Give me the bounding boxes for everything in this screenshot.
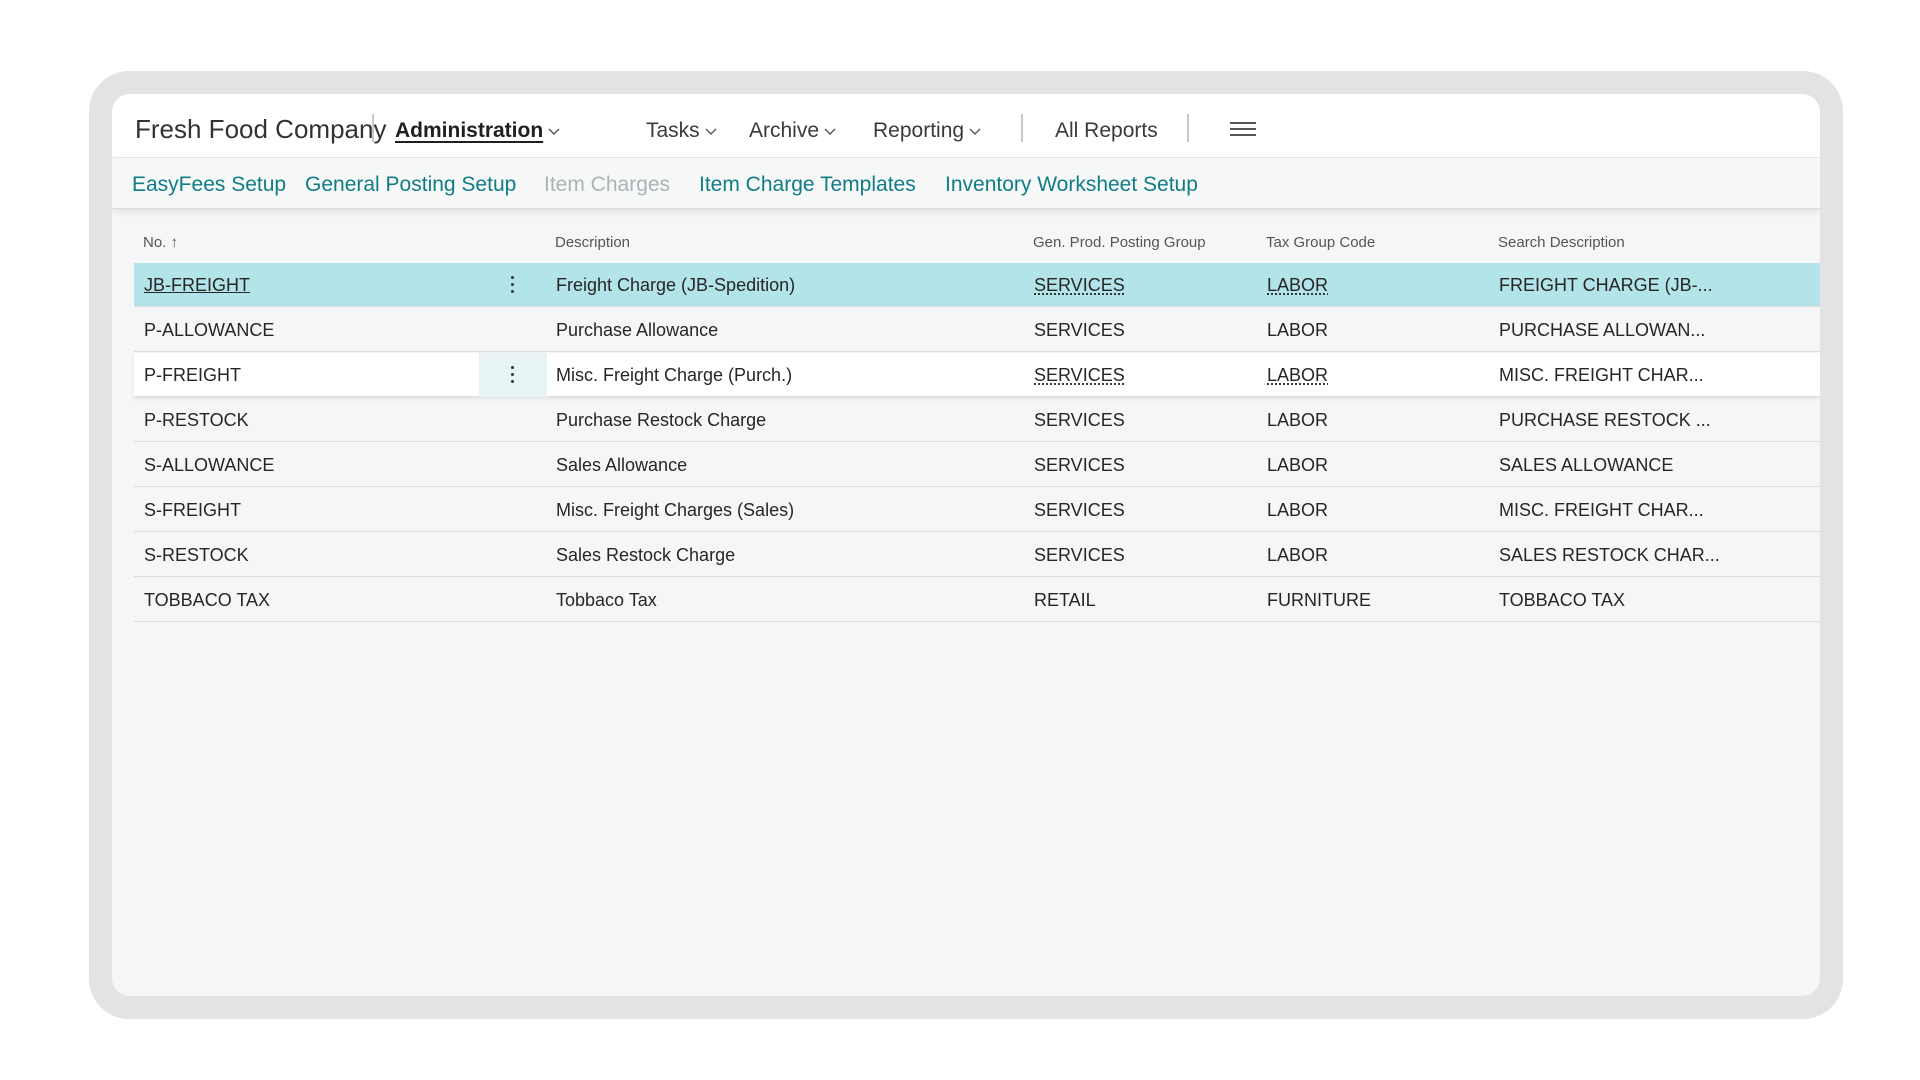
cell-no[interactable]: P-RESTOCK — [144, 410, 249, 431]
table-row[interactable]: P-FREIGHT Misc. Freight Charge (Purch.) … — [134, 353, 1820, 397]
app-window: Fresh Food Company Administration Tasks … — [112, 94, 1820, 996]
cell-no[interactable]: P-FREIGHT — [144, 365, 241, 386]
cell-no[interactable]: S-FREIGHT — [144, 500, 241, 521]
nav-reporting[interactable]: Reporting — [873, 119, 982, 143]
nav-all-reports-label: All Reports — [1055, 119, 1158, 142]
action-inventory-worksheet-setup[interactable]: Inventory Worksheet Setup — [945, 173, 1198, 197]
nav-administration-label: Administration — [395, 119, 544, 142]
cell-no[interactable]: JB-FREIGHT — [144, 275, 250, 296]
nav-archive[interactable]: Archive — [749, 119, 837, 143]
table-row[interactable]: JB-FREIGHT Freight Charge (JB-Spedition)… — [134, 263, 1820, 307]
cell-description[interactable]: Misc. Freight Charges (Sales) — [556, 500, 794, 521]
cell-search-description[interactable]: PURCHASE RESTOCK ... — [1499, 410, 1711, 431]
nav-tasks[interactable]: Tasks — [646, 119, 718, 143]
chevron-down-icon — [548, 128, 560, 135]
row-actions-icon[interactable] — [479, 353, 547, 397]
cell-no[interactable]: S-RESTOCK — [144, 545, 249, 566]
table-row[interactable]: P-RESTOCK Purchase Restock Charge SERVIC… — [134, 398, 1820, 442]
cell-description[interactable]: Sales Restock Charge — [556, 545, 735, 566]
cell-description[interactable]: Purchase Restock Charge — [556, 410, 766, 431]
cell-search-description[interactable]: MISC. FREIGHT CHAR... — [1499, 500, 1704, 521]
cell-search-description[interactable]: MISC. FREIGHT CHAR... — [1499, 365, 1704, 386]
cell-gen-prod-posting-group[interactable]: SERVICES — [1034, 365, 1125, 386]
cell-tax-group-code[interactable]: LABOR — [1267, 545, 1328, 566]
column-header-gen-prod-posting-group[interactable]: Gen. Prod. Posting Group — [1033, 234, 1206, 251]
row-actions-icon[interactable] — [479, 263, 547, 307]
cell-description[interactable]: Purchase Allowance — [556, 320, 718, 341]
action-item-charges: Item Charges — [544, 173, 671, 196]
column-header-no[interactable]: No. ↑ — [143, 234, 178, 251]
table-row[interactable]: S-RESTOCK Sales Restock Charge SERVICES … — [134, 533, 1820, 577]
cell-search-description[interactable]: FREIGHT CHARGE (JB-... — [1499, 275, 1713, 296]
cell-description[interactable]: Sales Allowance — [556, 455, 687, 476]
cell-gen-prod-posting-group[interactable]: SERVICES — [1034, 410, 1125, 431]
cell-no[interactable]: TOBBACO TAX — [144, 590, 270, 611]
column-header-search-description[interactable]: Search Description — [1498, 234, 1625, 251]
nav-administration[interactable]: Administration — [395, 119, 561, 143]
cell-tax-group-code[interactable]: FURNITURE — [1267, 590, 1371, 611]
cell-tax-group-code[interactable]: LABOR — [1267, 320, 1328, 341]
nav-reporting-label: Reporting — [873, 119, 965, 142]
cell-no[interactable]: P-ALLOWANCE — [144, 320, 274, 341]
action-bar: EasyFees Setup General Posting Setup Ite… — [112, 158, 1820, 209]
cell-description[interactable]: Freight Charge (JB-Spedition) — [556, 275, 795, 296]
table-row[interactable]: S-ALLOWANCE Sales Allowance SERVICES LAB… — [134, 443, 1820, 487]
cell-gen-prod-posting-group[interactable]: SERVICES — [1034, 545, 1125, 566]
cell-tax-group-code[interactable]: LABOR — [1267, 455, 1328, 476]
top-navigation-bar: Fresh Food Company Administration Tasks … — [112, 94, 1820, 158]
nav-separator — [372, 114, 374, 142]
table-row[interactable]: TOBBACO TAX Tobbaco Tax RETAIL FURNITURE… — [134, 578, 1820, 622]
company-name[interactable]: Fresh Food Company — [135, 114, 386, 145]
table-row[interactable]: P-ALLOWANCE Purchase Allowance SERVICES … — [134, 308, 1820, 352]
chevron-down-icon — [824, 128, 836, 135]
column-header-description[interactable]: Description — [555, 234, 630, 251]
cell-search-description[interactable]: SALES RESTOCK CHAR... — [1499, 545, 1720, 566]
cell-search-description[interactable]: PURCHASE ALLOWAN... — [1499, 320, 1705, 341]
cell-tax-group-code[interactable]: LABOR — [1267, 410, 1328, 431]
cell-no[interactable]: S-ALLOWANCE — [144, 455, 274, 476]
action-general-posting-setup[interactable]: General Posting Setup — [305, 173, 516, 197]
cell-search-description[interactable]: TOBBACO TAX — [1499, 590, 1625, 611]
table-row[interactable]: S-FREIGHT Misc. Freight Charges (Sales) … — [134, 488, 1820, 532]
nav-separator — [1021, 114, 1023, 142]
chevron-down-icon — [705, 128, 717, 135]
cell-gen-prod-posting-group[interactable]: SERVICES — [1034, 320, 1125, 341]
nav-archive-label: Archive — [749, 119, 820, 142]
cell-gen-prod-posting-group[interactable]: SERVICES — [1034, 275, 1125, 296]
cell-tax-group-code[interactable]: LABOR — [1267, 500, 1328, 521]
cell-tax-group-code[interactable]: LABOR — [1267, 365, 1328, 386]
cell-description[interactable]: Tobbaco Tax — [556, 590, 657, 611]
hamburger-menu-icon[interactable] — [1230, 122, 1256, 138]
cell-gen-prod-posting-group[interactable]: RETAIL — [1034, 590, 1096, 611]
nav-tasks-label: Tasks — [646, 119, 700, 142]
cell-tax-group-code[interactable]: LABOR — [1267, 275, 1328, 296]
cell-description[interactable]: Misc. Freight Charge (Purch.) — [556, 365, 792, 386]
chevron-down-icon — [969, 128, 981, 135]
nav-separator — [1187, 114, 1189, 142]
cell-gen-prod-posting-group[interactable]: SERVICES — [1034, 500, 1125, 521]
action-item-charge-templates[interactable]: Item Charge Templates — [699, 173, 916, 197]
nav-all-reports[interactable]: All Reports — [1055, 119, 1158, 143]
action-easyfees-setup[interactable]: EasyFees Setup — [132, 173, 286, 197]
column-header-tax-group-code[interactable]: Tax Group Code — [1266, 234, 1375, 251]
cell-search-description[interactable]: SALES ALLOWANCE — [1499, 455, 1673, 476]
cell-gen-prod-posting-group[interactable]: SERVICES — [1034, 455, 1125, 476]
